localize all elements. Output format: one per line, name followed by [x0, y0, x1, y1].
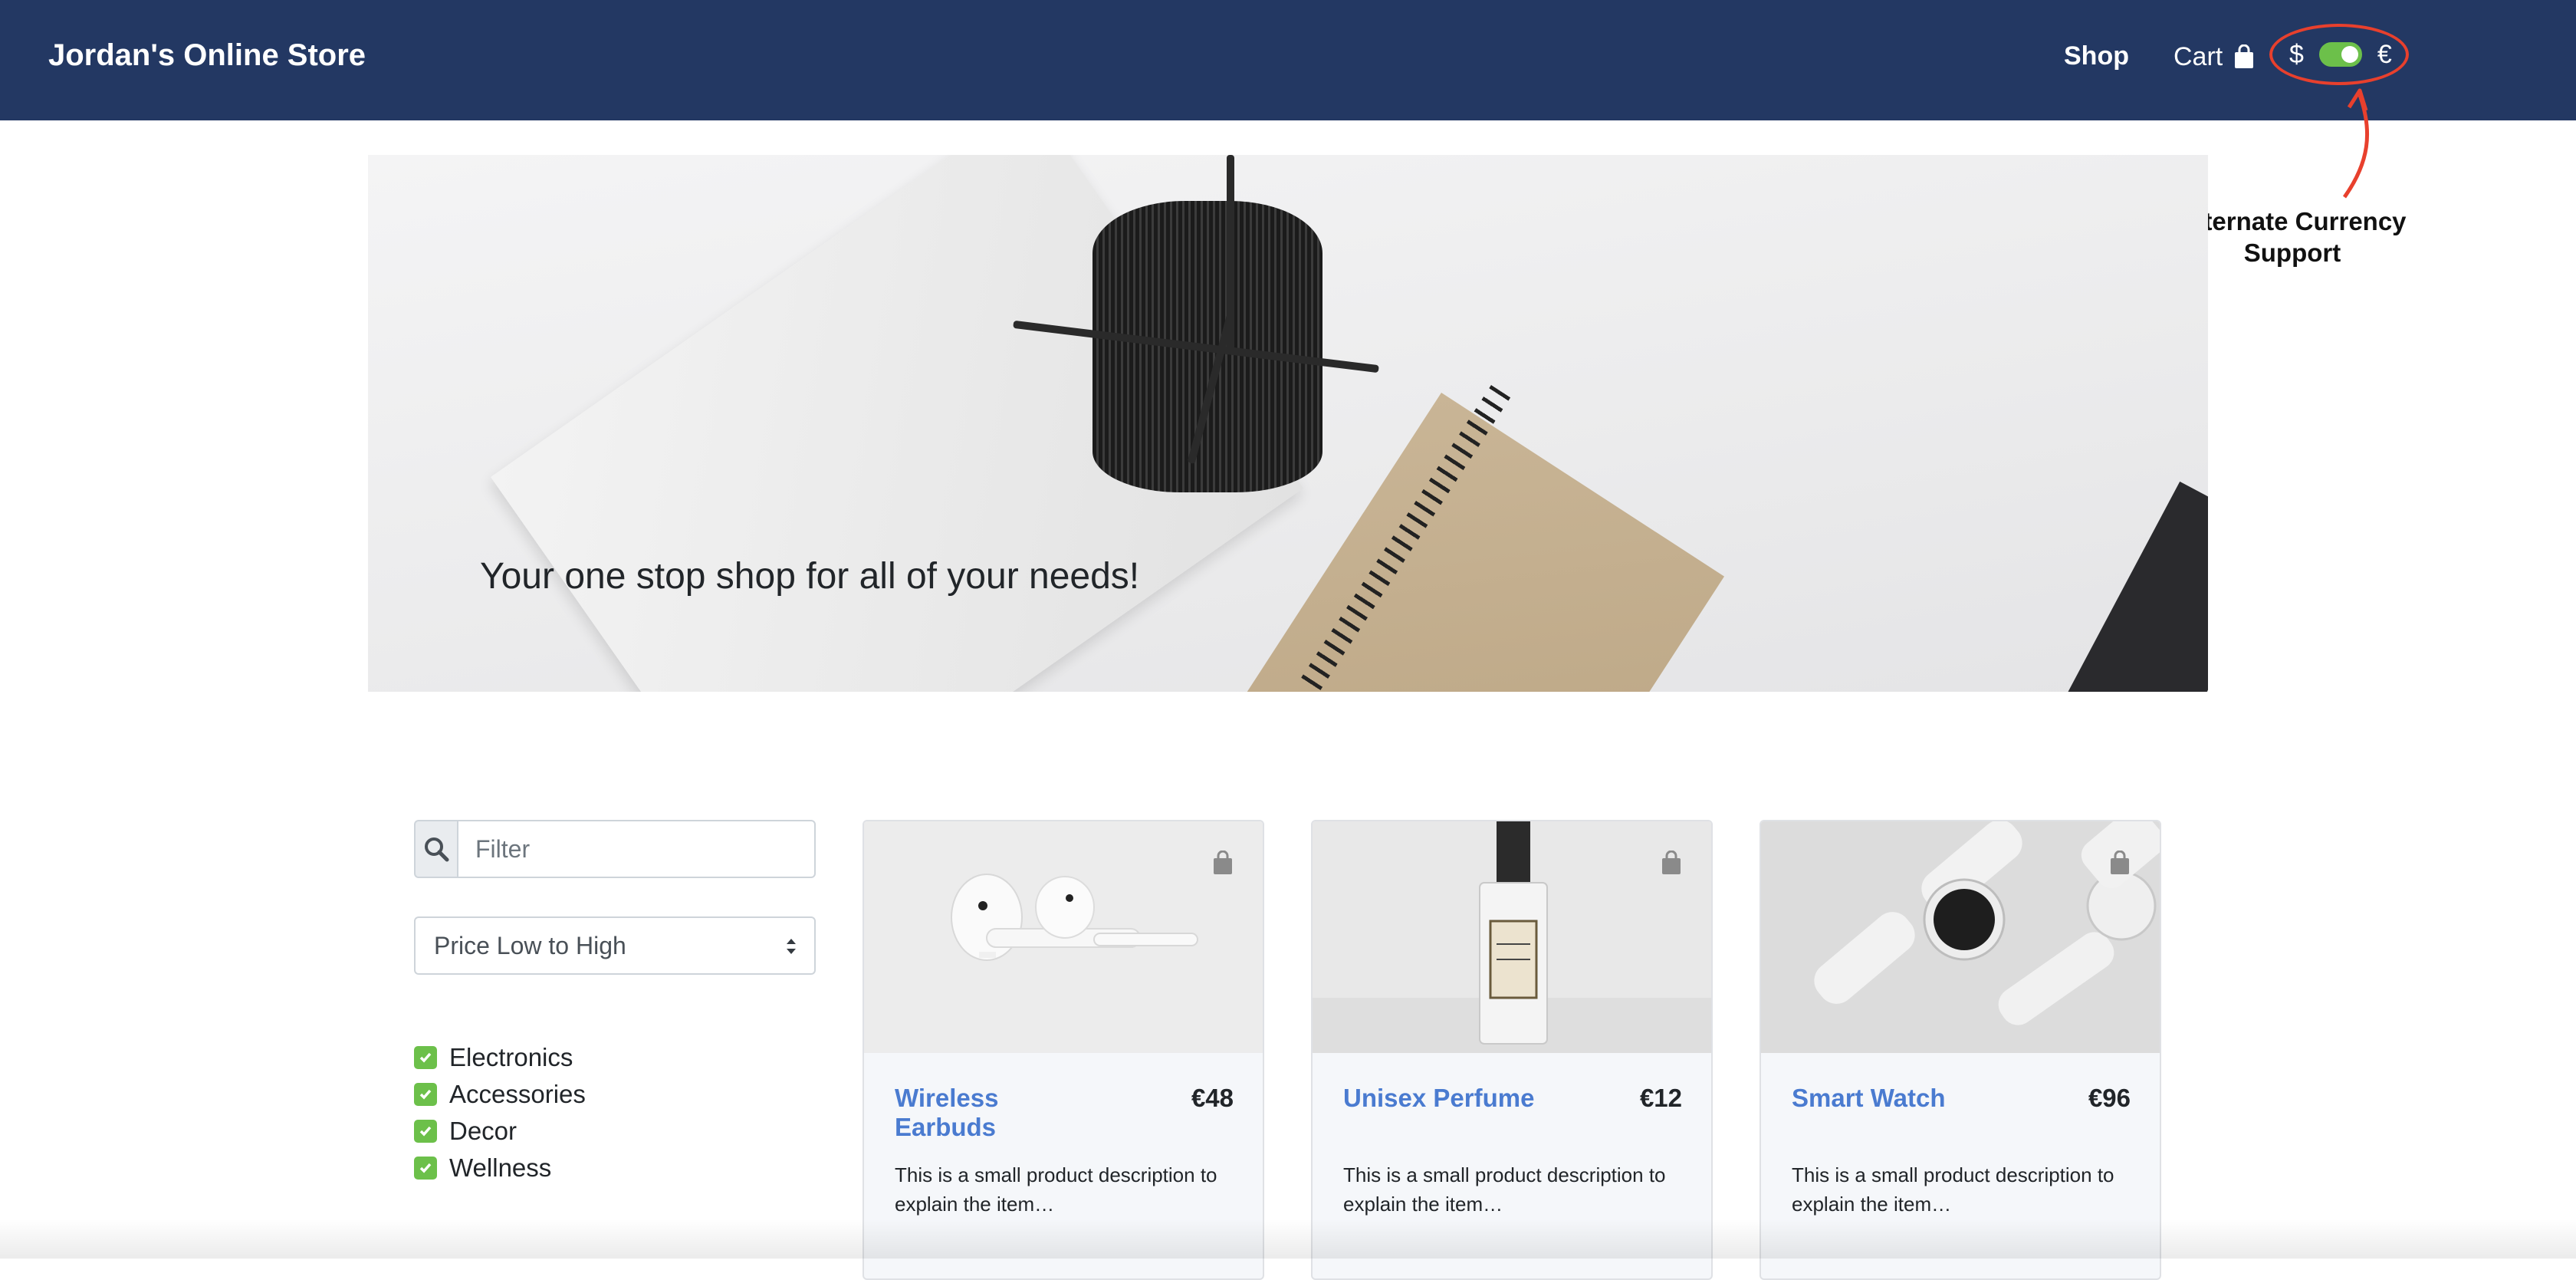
product-name[interactable]: Wireless Earbuds	[895, 1084, 1094, 1142]
checkbox-checked[interactable]	[414, 1046, 437, 1069]
product-price: €96	[2088, 1084, 2131, 1112]
category-electronics[interactable]: Electronics	[414, 1039, 586, 1076]
hero-image-dark-object	[2036, 481, 2208, 692]
category-wellness[interactable]: Wellness	[414, 1150, 586, 1186]
select-arrows-icon	[787, 939, 796, 954]
checkbox-checked[interactable]	[414, 1157, 437, 1180]
filter-input[interactable]	[457, 820, 816, 878]
product-image-perfume[interactable]	[1313, 821, 1711, 1053]
product-name[interactable]: Unisex Perfume	[1343, 1084, 1543, 1113]
product-card[interactable]: Wireless Earbuds €48 This is a small pro…	[863, 820, 1264, 1280]
nav-shop-link[interactable]: Shop	[2064, 41, 2129, 71]
product-image-watch[interactable]	[1761, 821, 2160, 1053]
add-to-cart-icon[interactable]	[1661, 851, 1682, 875]
earbuds-illustration	[951, 874, 1198, 961]
add-to-cart-icon[interactable]	[1212, 851, 1234, 875]
checkmark-icon	[419, 1163, 432, 1173]
product-name[interactable]: Smart Watch	[1792, 1084, 1991, 1113]
hero-caption: Your one stop shop for all of your needs…	[480, 556, 1140, 597]
product-price: €48	[1191, 1084, 1234, 1112]
shopping-bag-icon	[2235, 44, 2254, 68]
category-label: Electronics	[449, 1043, 573, 1071]
product-image-earbuds[interactable]	[864, 821, 1263, 1053]
annotation-highlight-ellipse	[2269, 24, 2409, 85]
product-description: This is a small product description to e…	[1792, 1163, 2114, 1216]
category-label: Decor	[449, 1117, 518, 1145]
hero-banner: Your one stop shop for all of your needs…	[368, 155, 2208, 692]
product-description: This is a small product description to e…	[1343, 1163, 1666, 1216]
category-label: Accessories	[449, 1080, 586, 1108]
search-addon	[414, 820, 457, 878]
checkmark-icon	[419, 1052, 432, 1063]
product-description: This is a small product description to e…	[895, 1163, 1217, 1216]
search-icon	[425, 837, 449, 862]
sort-select[interactable]: Price Low to High	[414, 916, 816, 975]
nav-cart-link[interactable]: Cart	[2174, 40, 2255, 74]
checkmark-icon	[419, 1126, 432, 1137]
add-to-cart-icon[interactable]	[2109, 851, 2131, 875]
perfume-illustration	[1313, 821, 1711, 1053]
annotation-arrow	[2342, 88, 2370, 199]
watch-illustration	[1761, 821, 2160, 1053]
category-label: Wellness	[449, 1153, 552, 1182]
top-navbar: Jordan's Online Store Shop Cart $ €	[0, 0, 2576, 120]
category-decor[interactable]: Decor	[414, 1113, 586, 1150]
checkbox-checked[interactable]	[414, 1083, 437, 1106]
category-filter-list: Electronics Accessories Decor Wellness	[414, 1039, 586, 1186]
filter-group	[414, 820, 816, 878]
store-brand[interactable]: Jordan's Online Store	[48, 38, 366, 73]
bottom-edge-shadow	[0, 1219, 2576, 1259]
cart-label: Cart	[2174, 41, 2223, 71]
checkmark-icon	[419, 1089, 432, 1100]
checkbox-checked[interactable]	[414, 1120, 437, 1143]
product-price: €12	[1639, 1084, 1682, 1112]
category-accessories[interactable]: Accessories	[414, 1076, 586, 1113]
product-card[interactable]: Unisex Perfume €12 This is a small produ…	[1311, 820, 1713, 1280]
sort-selected-value: Price Low to High	[434, 931, 626, 959]
product-card[interactable]: Smart Watch €96 This is a small product …	[1760, 820, 2161, 1280]
